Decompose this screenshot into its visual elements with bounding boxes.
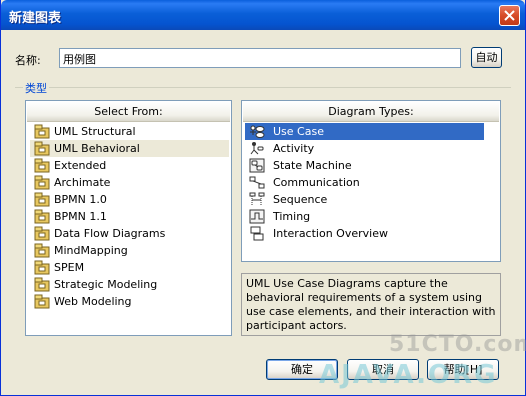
watermark-ajava: AJAVA.ORG	[319, 360, 498, 390]
package-icon	[34, 260, 50, 275]
select-from-item-label: Extended	[54, 159, 107, 172]
diagram-type-label: State Machine	[273, 159, 352, 172]
use-case-icon	[250, 125, 265, 138]
select-from-item-mindmapping[interactable]: MindMapping	[30, 242, 229, 259]
diagram-type-label: Timing	[273, 210, 311, 223]
auto-button[interactable]: 自动	[471, 47, 502, 68]
select-from-list[interactable]: Select From: UML Structural UML Behaviora…	[25, 100, 232, 336]
select-from-item-uml-behavioral[interactable]: UML Behavioral	[30, 140, 229, 157]
interaction-overview-icon	[250, 226, 264, 241]
diagram-type-label: Use Case	[273, 125, 324, 138]
diagram-type-state-machine[interactable]: State Machine	[245, 157, 498, 174]
group-divider	[15, 87, 511, 88]
communication-icon	[249, 176, 265, 189]
package-icon	[34, 124, 50, 139]
new-diagram-dialog: 新建图表 名称: 用例图 自动 类型 Select From: UML Stru…	[0, 0, 526, 396]
select-from-item-data-flow-diagrams[interactable]: Data Flow Diagrams	[30, 225, 229, 242]
diagram-types-items: Use Case Activity State Machine Communicati…	[245, 123, 498, 242]
select-from-item-label: Web Modeling	[54, 295, 132, 308]
select-from-header[interactable]: Select From:	[27, 102, 230, 122]
state-machine-icon	[249, 158, 265, 173]
diagram-type-label: Interaction Overview	[273, 227, 388, 240]
activity-icon	[250, 142, 264, 155]
select-from-item-label: Data Flow Diagrams	[54, 227, 166, 240]
select-from-item-extended[interactable]: Extended	[30, 157, 229, 174]
name-label: 名称:	[15, 54, 41, 67]
watermark-51cto: 51CTO.com	[389, 332, 526, 357]
select-from-item-label: MindMapping	[54, 244, 128, 257]
package-icon	[34, 209, 50, 224]
diagram-type-interaction-overview[interactable]: Interaction Overview	[245, 225, 498, 242]
name-input[interactable]: 用例图	[59, 48, 461, 68]
select-from-item-label: UML Structural	[54, 125, 136, 138]
package-icon	[34, 192, 50, 207]
select-from-item-spem[interactable]: SPEM	[30, 259, 229, 276]
diagram-type-sequence[interactable]: Sequence	[245, 191, 498, 208]
package-icon	[34, 277, 50, 292]
diagram-type-timing[interactable]: Timing	[245, 208, 498, 225]
select-from-item-web-modeling[interactable]: Web Modeling	[30, 293, 229, 310]
select-from-items: UML Structural UML Behavioral Extended Arch…	[30, 123, 229, 310]
select-from-item-label: Strategic Modeling	[54, 278, 158, 291]
package-icon	[34, 141, 50, 156]
package-icon	[34, 175, 50, 190]
diagram-description: UML Use Case Diagrams capture the behavi…	[241, 273, 501, 336]
select-from-item-uml-structural[interactable]: UML Structural	[30, 123, 229, 140]
sequence-icon	[249, 192, 265, 206]
diagram-type-communication[interactable]: Communication	[245, 174, 498, 191]
type-group-label: 类型	[23, 80, 49, 96]
close-icon	[504, 10, 515, 21]
package-icon	[34, 226, 50, 241]
select-from-item-strategic-modeling[interactable]: Strategic Modeling	[30, 276, 229, 293]
select-from-item-bpmn-1-0[interactable]: BPMN 1.0	[30, 191, 229, 208]
diagram-types-header[interactable]: Diagram Types:	[243, 102, 499, 122]
diagram-type-activity[interactable]: Activity	[245, 140, 498, 157]
select-from-item-label: UML Behavioral	[54, 142, 140, 155]
package-icon	[34, 158, 50, 173]
diagram-type-use-case[interactable]: Use Case	[245, 123, 484, 140]
dialog-title: 新建图表	[9, 11, 62, 26]
title-bar[interactable]: 新建图表	[1, 0, 525, 30]
select-from-item-label: BPMN 1.1	[54, 210, 107, 223]
select-from-item-label: Archimate	[54, 176, 111, 189]
close-button[interactable]	[499, 5, 520, 26]
package-icon	[34, 243, 50, 258]
timing-icon	[249, 209, 265, 224]
package-icon	[34, 294, 50, 309]
select-from-item-label: BPMN 1.0	[54, 193, 107, 206]
diagram-type-label: Communication	[273, 176, 360, 189]
select-from-item-bpmn-1-1[interactable]: BPMN 1.1	[30, 208, 229, 225]
diagram-type-label: Sequence	[273, 193, 328, 206]
select-from-item-archimate[interactable]: Archimate	[30, 174, 229, 191]
diagram-type-label: Activity	[273, 142, 315, 155]
diagram-types-list[interactable]: Diagram Types: Use Case Activity State Mac…	[241, 100, 501, 262]
select-from-item-label: SPEM	[54, 261, 85, 274]
